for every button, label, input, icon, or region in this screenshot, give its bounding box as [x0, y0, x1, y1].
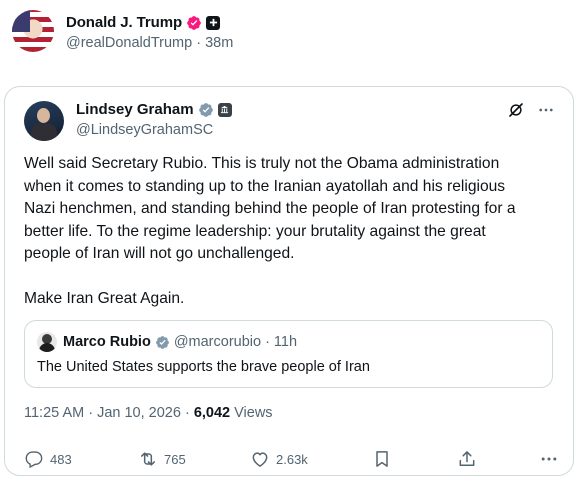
nested-quote-header: Marco Rubio @marcorubio · 11h [37, 332, 297, 352]
timestamp-date[interactable]: 11:25 AM · Jan 10, 2026 · [24, 405, 194, 421]
like-button[interactable]: 2.63k [250, 449, 308, 469]
avatar[interactable] [12, 10, 54, 52]
bookmark-icon [376, 451, 388, 467]
org-badge-icon [206, 15, 221, 30]
author-name[interactable]: Lindsey Graham [76, 101, 194, 118]
more-actions-button[interactable] [539, 449, 559, 469]
post-text: Well said Secretary Rubio. This is truly… [24, 155, 516, 307]
reply-icon [25, 451, 43, 469]
quoted-author-meta: Lindsey Graham @LindseyGrahamSC [76, 101, 232, 138]
repost-icon [141, 452, 155, 466]
repost-button[interactable]: 765 [138, 449, 186, 469]
avatar[interactable] [24, 101, 64, 141]
action-bar: 483 765 2.63k [24, 449, 559, 471]
author-name[interactable]: Marco Rubio [63, 334, 151, 350]
author-handle[interactable]: @realDonaldTrump [66, 35, 192, 51]
quoted-name-row: Lindsey Graham [76, 101, 232, 118]
bookmark-button[interactable] [372, 449, 392, 469]
author-handle[interactable]: @marcorubio [174, 334, 261, 350]
card-actions [507, 101, 555, 119]
outer-name-row: Donald J. Trump [66, 14, 233, 31]
nested-quote-text: The United States supports the brave peo… [37, 359, 370, 375]
repost-count: 765 [164, 451, 186, 467]
verified-badge-icon [198, 102, 213, 117]
org-badge-icon [217, 102, 232, 117]
outer-post-header: Donald J. Trump @realDonaldTrump · 38m [12, 10, 233, 52]
author-handle[interactable]: @LindseyGrahamSC [76, 122, 232, 138]
reply-button[interactable]: 483 [24, 449, 72, 469]
verified-badge-icon [155, 335, 169, 349]
share-button[interactable] [457, 449, 477, 469]
separator: · [265, 334, 270, 350]
separator: · [196, 35, 202, 51]
post-timestamp: 11:25 AM · Jan 10, 2026 · 6,042 Views [24, 405, 273, 421]
outer-author-meta: Donald J. Trump @realDonaldTrump · 38m [66, 14, 233, 51]
post-time[interactable]: 38m [205, 35, 233, 51]
more-icon[interactable] [537, 101, 555, 119]
quoted-post-header: Lindsey Graham @LindseyGrahamSC [24, 101, 232, 141]
reply-count: 483 [50, 451, 72, 467]
like-count: 2.63k [276, 451, 308, 467]
more-icon [541, 457, 557, 461]
share-icon [459, 451, 475, 466]
grok-icon[interactable] [507, 101, 525, 119]
author-name[interactable]: Donald J. Trump [66, 14, 182, 31]
outer-handle-row: @realDonaldTrump · 38m [66, 35, 233, 51]
nested-quote-card[interactable]: Marco Rubio @marcorubio · 11h The United… [24, 320, 553, 388]
post-time[interactable]: 11h [274, 334, 297, 350]
quoted-post-card[interactable]: Lindsey Graham @LindseyGrahamSC Well sai… [4, 86, 574, 476]
like-icon [252, 452, 268, 467]
views-label: Views [230, 405, 273, 421]
avatar[interactable] [37, 332, 57, 352]
views-count: 6,042 [193, 405, 231, 421]
verified-badge-icon [187, 15, 201, 30]
